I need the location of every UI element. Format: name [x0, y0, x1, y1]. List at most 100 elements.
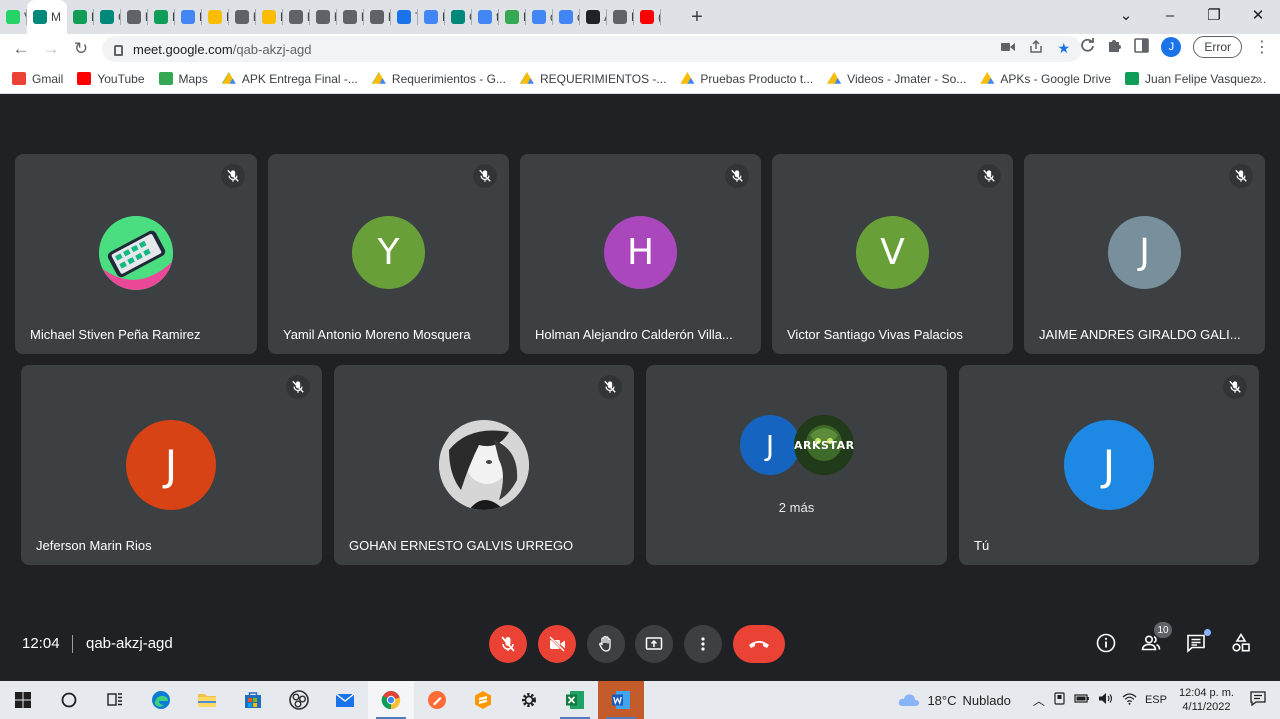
browser-tab[interactable]: h — [310, 0, 337, 34]
browser-tab[interactable]: h — [229, 0, 256, 34]
present-screen-button[interactable] — [635, 625, 673, 663]
browser-tab[interactable]: h — [121, 0, 148, 34]
more-options-button[interactable] — [684, 625, 722, 663]
chat-button[interactable] — [1183, 629, 1211, 656]
sublime-taskbar-icon[interactable] — [460, 681, 506, 719]
bookmark-item[interactable]: YouTube — [77, 71, 145, 86]
browser-tab[interactable]: N — [607, 0, 634, 34]
self-tile[interactable]: J Tú — [959, 365, 1259, 565]
url-path: /qab-akzj-agd — [232, 41, 312, 57]
file-explorer-taskbar-icon[interactable] — [184, 681, 230, 719]
browser-tab[interactable]: G — [94, 0, 121, 34]
meet-share-tray-icon[interactable] — [1053, 692, 1066, 708]
browser-tab[interactable]: P — [499, 0, 526, 34]
bookmark-item[interactable]: Pruebas Producto t... — [680, 72, 813, 86]
bookmarks-overflow-button[interactable]: » — [1255, 71, 1262, 86]
close-window-button[interactable]: ✕ — [1236, 6, 1280, 24]
restore-button[interactable]: ❐ — [1192, 6, 1236, 24]
participant-tile[interactable]: V Victor Santiago Vivas Palacios — [772, 154, 1013, 354]
sync-error-button[interactable]: Error — [1193, 36, 1242, 58]
browser-tab[interactable]: P — [67, 0, 94, 34]
bookmark-item[interactable]: Gmail — [12, 72, 63, 86]
activities-button[interactable] — [1228, 630, 1254, 656]
chrome-taskbar-icon[interactable] — [368, 681, 414, 719]
participant-tile[interactable]: Y Yamil Antonio Moreno Mosquera — [268, 154, 509, 354]
more-participants-tile[interactable]: J ARKSTAR 2 más — [646, 365, 947, 565]
participant-tile[interactable]: J JAIME ANDRES GIRALDO GALI... — [1024, 154, 1265, 354]
meeting-details-button[interactable] — [1093, 630, 1119, 656]
cortana-button[interactable] — [46, 681, 92, 719]
postman-taskbar-icon[interactable] — [414, 681, 460, 719]
browser-tab[interactable]: h — [283, 0, 310, 34]
bookmark-item[interactable]: APKs - Google Drive — [980, 72, 1111, 86]
browser-tab[interactable]: t — [472, 0, 499, 34]
browser-tab[interactable]: V — [0, 0, 27, 34]
people-button[interactable]: 10 — [1138, 622, 1172, 656]
tab-search-chevron-icon[interactable]: ⌄ — [1104, 6, 1148, 24]
participant-tile[interactable]: GOHAN ERNESTO GALVIS URREGO — [334, 365, 634, 565]
toggle-mic-button[interactable] — [489, 625, 527, 663]
browser-tab[interactable]: h — [364, 0, 391, 34]
leave-call-button[interactable] — [733, 625, 785, 663]
bookmark-star-icon[interactable]: ★ — [1057, 40, 1070, 57]
extensions-puzzle-icon[interactable] — [1107, 38, 1122, 57]
word-taskbar-icon[interactable] — [598, 681, 644, 719]
share-icon[interactable] — [1029, 39, 1043, 57]
mail-icon — [335, 693, 355, 707]
back-button[interactable]: ← — [6, 39, 36, 59]
participant-tile[interactable]: J Jeferson Marin Rios — [21, 365, 322, 565]
bookmark-label: YouTube — [97, 71, 145, 86]
chevron-up-icon[interactable]: ︿ — [1033, 692, 1045, 709]
excel-taskbar-icon[interactable] — [552, 681, 598, 719]
browser-tab[interactable]: M× — [27, 0, 67, 34]
forward-button[interactable]: → — [36, 39, 66, 59]
camera-in-use-icon[interactable] — [1001, 40, 1016, 57]
browser-tab[interactable]: A — [580, 0, 607, 34]
profile-avatar[interactable]: J — [1161, 37, 1182, 57]
meet-icon — [100, 10, 114, 24]
weather-widget[interactable]: 18°C Nublado — [897, 692, 1011, 708]
browser-tab[interactable]: q — [553, 0, 580, 34]
participant-tile[interactable]: Michael Stiven Peña Ramirez — [15, 154, 257, 354]
notifications-icon[interactable] — [1250, 691, 1266, 709]
browser-tab[interactable]: ( — [634, 0, 661, 34]
browser-tab[interactable]: D — [202, 0, 229, 34]
toggle-camera-button[interactable] — [538, 625, 576, 663]
raise-hand-button[interactable] — [587, 625, 625, 663]
extension-refresh-icon[interactable] — [1080, 37, 1095, 57]
wifi-icon[interactable] — [1122, 692, 1137, 708]
participant-tile[interactable]: H Holman Alejandro Calderón Villa... — [520, 154, 761, 354]
bookmark-item[interactable]: REQUERIMIENTOS -... — [519, 72, 666, 86]
minimize-button[interactable]: – — [1148, 7, 1192, 24]
bookmark-item[interactable]: Requerimientos - G... — [371, 72, 506, 86]
bookmark-item[interactable]: Videos - Jmater - So... — [827, 72, 966, 86]
task-view-button[interactable] — [92, 681, 138, 719]
reload-button[interactable]: ↻ — [66, 39, 96, 59]
browser-tab[interactable]: N — [418, 0, 445, 34]
store-taskbar-icon[interactable] — [230, 681, 276, 719]
obs-taskbar-icon[interactable] — [276, 681, 322, 719]
address-bar[interactable]: meet.google.com/qab-akzj-agd ★ — [102, 36, 1082, 62]
battery-icon[interactable] — [1074, 693, 1090, 707]
browser-tab[interactable]: T — [391, 0, 418, 34]
language-indicator[interactable]: ESP — [1145, 694, 1167, 706]
browser-tab[interactable]: d — [526, 0, 553, 34]
edge-taskbar-icon[interactable] — [138, 681, 184, 719]
mail-taskbar-icon[interactable] — [322, 681, 368, 719]
bookmark-item[interactable]: Juan Felipe Vasquez... — [1125, 72, 1266, 86]
browser-tab[interactable]: h — [337, 0, 364, 34]
browser-tab[interactable]: P — [148, 0, 175, 34]
volume-icon[interactable] — [1098, 692, 1114, 708]
new-tab-button[interactable]: + — [683, 3, 711, 31]
browser-tab[interactable]: L — [175, 0, 202, 34]
bookmark-item[interactable]: Maps — [158, 72, 208, 86]
start-button[interactable] — [0, 681, 46, 719]
bookmark-item[interactable]: APK Entrega Final -... — [221, 72, 358, 86]
chrome-menu-icon[interactable]: ⋮ — [1254, 37, 1270, 57]
side-panel-icon[interactable] — [1134, 37, 1150, 57]
settings-taskbar-icon[interactable] — [506, 681, 552, 719]
taskbar-clock[interactable]: 12:04 p. m. 4/11/2022 — [1179, 686, 1234, 714]
browser-tab[interactable]: G — [445, 0, 472, 34]
browser-tab[interactable]: L — [256, 0, 283, 34]
lock-icon[interactable] — [114, 44, 123, 56]
